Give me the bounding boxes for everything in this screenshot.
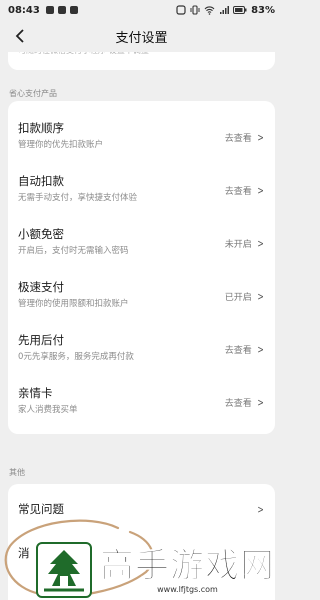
row-subtitle: 管理你的优先扣款账户: [18, 140, 104, 150]
row-subtitle: 无需手动支付，享快捷支付体验: [18, 193, 138, 203]
payment-products-card: 扣款顺序 管理你的优先扣款账户 去查看 > 自动扣款 无需手动支付，享快捷支付体…: [8, 101, 275, 434]
section-label-other: 其他: [9, 468, 25, 477]
row-subtitle: 管理你的使用限额和扣款账户: [18, 299, 129, 309]
list-item-family-card[interactable]: 亲情卡 家人消费我买单 去查看 >: [8, 376, 275, 429]
back-button[interactable]: [8, 24, 32, 48]
row-title: 小额免密: [18, 227, 64, 241]
row-status-wrap: 去查看 >: [225, 376, 265, 429]
watermark-logo: [36, 542, 92, 598]
row-title: 先用后付: [18, 333, 64, 347]
watermark: 高手游戏网 www.lfjtgs.com: [36, 540, 283, 600]
row-subtitle: 家人消费我买单: [18, 405, 78, 415]
screen: 08:43 83% 可随时在微信支付小程序-设置中调整 支付设置 省心支付产品: [0, 0, 283, 600]
status-notification-icons: [45, 6, 78, 14]
vibrate-icon: [190, 5, 200, 15]
row-status-wrap: 未开启 >: [225, 217, 265, 270]
row-status: 去查看: [224, 134, 252, 144]
chevron-right-icon: >: [257, 343, 264, 356]
list-item-faq[interactable]: 常见问题 >: [8, 492, 275, 526]
row-title: 亲情卡: [18, 386, 53, 400]
row-status: 已开启: [224, 293, 252, 303]
status-time: 08:43: [8, 4, 40, 16]
row-status-wrap: 去查看 >: [225, 323, 265, 376]
row-status-wrap: 去查看 >: [225, 111, 265, 164]
signal-icon: [220, 6, 230, 14]
chevron-right-icon: >: [257, 131, 264, 144]
app-notification-icon: [57, 6, 66, 14]
row-title: 极速支付: [18, 280, 64, 294]
chevron-right-icon: >: [257, 502, 264, 516]
app-notification-icon: [45, 6, 54, 14]
row-title: 自动扣款: [18, 174, 64, 188]
payment-products-list: 扣款顺序 管理你的优先扣款账户 去查看 > 自动扣款 无需手动支付，享快捷支付体…: [8, 111, 275, 429]
wifi-icon: [204, 6, 215, 15]
row-title: 常见问题: [18, 502, 64, 516]
battery-icon: [233, 6, 247, 14]
page-title: 支付设置: [115, 30, 168, 46]
row-status: 去查看: [224, 399, 252, 409]
battery-percent: 83%: [251, 4, 275, 16]
row-title: 扣款顺序: [18, 121, 64, 135]
row-subtitle: 开启后，支付时无需输入密码: [18, 246, 129, 256]
row-status: 未开启: [224, 240, 252, 250]
row-status-wrap: >: [256, 492, 265, 526]
row-title: 消: [18, 546, 30, 560]
list-item-express-pay[interactable]: 极速支付 管理你的使用限额和扣款账户 已开启 >: [8, 270, 275, 323]
status-bar: 08:43 83%: [0, 0, 283, 20]
row-status: 去查看: [224, 187, 252, 197]
pagoda-icon: [44, 550, 84, 592]
chevron-right-icon: >: [257, 237, 264, 250]
app-notification-icon: [69, 6, 78, 14]
row-status: 去查看: [224, 346, 252, 356]
nav-bar: 支付设置: [0, 20, 283, 52]
row-status-wrap: 已开启 >: [225, 270, 265, 323]
list-item-pay-later[interactable]: 先用后付 0元先享服务，服务完成再付款 去查看 >: [8, 323, 275, 376]
chevron-right-icon: >: [257, 290, 264, 303]
watermark-title: 高手游戏网: [100, 545, 275, 586]
chevron-right-icon: >: [257, 184, 264, 197]
list-item-auto-deduct[interactable]: 自动扣款 无需手动支付，享快捷支付体验 去查看 >: [8, 164, 275, 217]
watermark-text: 高手游戏网 www.lfjtgs.com: [100, 545, 275, 594]
list-item-small-amount-free[interactable]: 小额免密 开启后，支付时无需输入密码 未开启 >: [8, 217, 275, 270]
status-system-icons: 83%: [176, 5, 275, 16]
chevron-right-icon: >: [257, 396, 264, 409]
row-status-wrap: 去查看 >: [225, 164, 265, 217]
row-subtitle: 0元先享服务，服务完成再付款: [18, 352, 134, 362]
list-item-deduction-order[interactable]: 扣款顺序 管理你的优先扣款账户 去查看 >: [8, 111, 275, 164]
watermark-url: www.lfjtgs.com: [157, 584, 218, 594]
chevron-left-icon: [15, 29, 24, 43]
section-label-payment: 省心支付产品: [9, 89, 57, 98]
nfc-icon: [176, 5, 186, 15]
